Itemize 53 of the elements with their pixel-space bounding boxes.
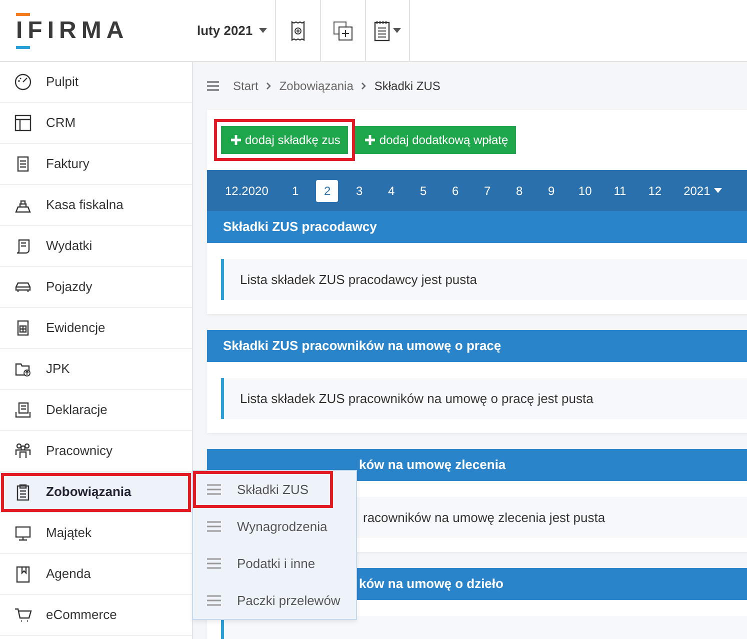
section-header: ków na umowę zlecenia (207, 449, 747, 481)
chevron-icon (266, 82, 272, 90)
menu-icon (207, 558, 221, 569)
layout-icon (14, 114, 32, 132)
document-tray-icon (14, 401, 32, 419)
clipboard-icon (14, 483, 32, 501)
receipt-icon (290, 20, 306, 42)
month-tab[interactable]: 12.2020 (219, 180, 274, 202)
menu-icon (207, 595, 221, 606)
year-dropdown[interactable]: 2021 (678, 180, 728, 200)
menu-icon (207, 521, 221, 532)
caret-icon (714, 188, 722, 193)
month-tab[interactable]: 12 (642, 180, 668, 202)
sidebar-item[interactable]: Zobowiązania (0, 472, 192, 513)
cart-icon (14, 606, 32, 624)
logo: IFIRMA (16, 18, 129, 42)
menu-icon[interactable] (207, 81, 219, 91)
month-tab[interactable]: 9 (540, 180, 562, 202)
plus-icon (231, 135, 241, 145)
scroll-icon (14, 237, 32, 255)
caret-icon (258, 28, 267, 33)
month-tab[interactable]: 2 (316, 180, 338, 202)
period-dropdown[interactable]: luty 2021 (193, 0, 275, 61)
month-tab[interactable]: 10 (572, 180, 598, 202)
submenu-item[interactable]: Podatki i inne (193, 545, 356, 582)
month-tab[interactable]: 3 (348, 180, 370, 202)
monitor-icon (14, 524, 32, 542)
caret-icon (392, 28, 401, 33)
month-tab[interactable]: 1 (284, 180, 306, 202)
breadcrumb-current: Składki ZUS (374, 78, 440, 95)
book-icon (14, 565, 32, 583)
month-tab[interactable]: 7 (476, 180, 498, 202)
month-tab[interactable]: 6 (444, 180, 466, 202)
add-copy-icon (332, 20, 353, 40)
month-tab[interactable]: 5 (412, 180, 434, 202)
empty-list-notice: Lista składek ZUS pracodawcy jest pusta (221, 259, 747, 300)
plus-icon (365, 135, 376, 145)
empty-list-notice: Lista składek ZUS pracowników na umowę o pracę jest pusta (221, 378, 747, 419)
submenu-item[interactable]: Wynagrodzenia (193, 508, 356, 545)
section-header: Składki ZUS pracowników na umowę o pracę (207, 330, 747, 362)
submenu-item[interactable]: Paczki przelewów (193, 582, 356, 619)
month-tab[interactable]: 11 (608, 180, 632, 202)
people-icon (14, 442, 32, 460)
gauge-icon (14, 73, 32, 91)
chevron-icon (361, 82, 366, 90)
notepad-button[interactable] (364, 0, 410, 61)
section-header: Składki ZUS pracodawcy (207, 211, 747, 243)
breadcrumb-link[interactable]: Zobowiązania (279, 77, 354, 95)
month-tab[interactable]: 4 (380, 180, 402, 202)
breadcrumb-link[interactable]: Start (233, 77, 258, 95)
notepad-icon (374, 20, 390, 42)
menu-icon (207, 484, 221, 495)
month-tab[interactable]: 8 (508, 180, 530, 202)
